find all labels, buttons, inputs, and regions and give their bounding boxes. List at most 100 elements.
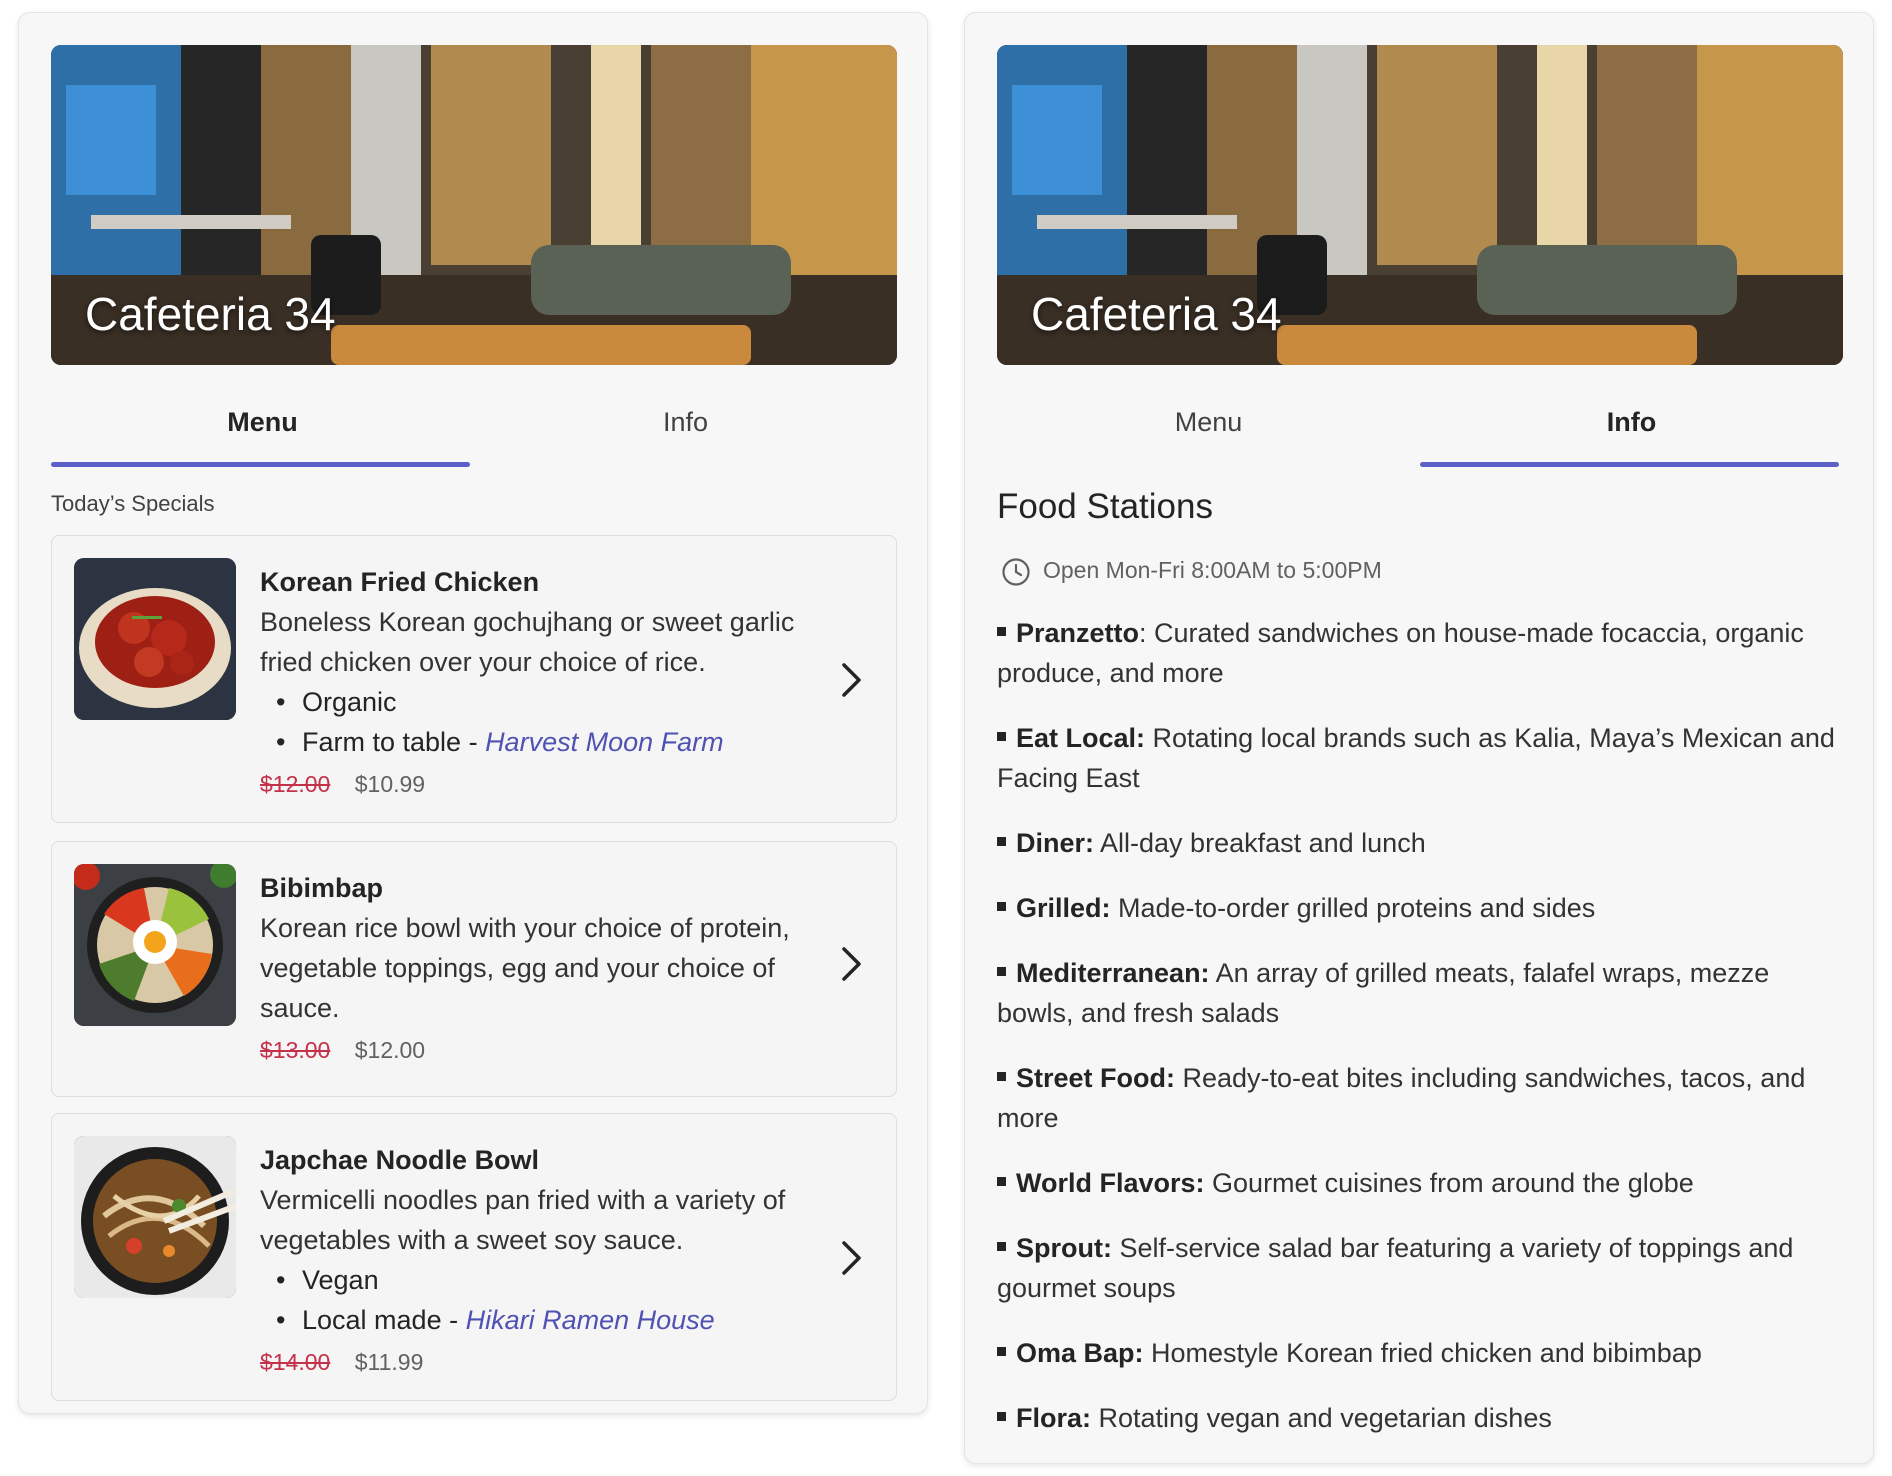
opening-hours: Open Mon-Fri 8:00AM to 5:00PM <box>1001 553 1382 587</box>
hero-title: Cafeteria 34 <box>85 288 336 340</box>
tag-text: Vegan <box>302 1265 379 1295</box>
food-image <box>74 864 236 1026</box>
active-tab-indicator <box>1420 462 1839 467</box>
station-name: Eat Local: <box>1016 723 1146 753</box>
bullet-square-icon <box>997 902 1006 912</box>
station-item: World Flavors: Gourmet cuisines from aro… <box>997 1163 1847 1203</box>
station-list: Pranzetto: Curated sandwiches on house-m… <box>997 613 1847 1463</box>
price: $11.99 <box>354 1349 424 1375</box>
station-description: Made-to-order grilled proteins and sides <box>1110 893 1596 923</box>
tag-separator: - <box>461 727 486 757</box>
station-description: Gourmet cuisines from around the globe <box>1204 1168 1694 1198</box>
bullet-square-icon <box>997 627 1006 637</box>
price: $10.99 <box>354 771 426 797</box>
station-item: Pranzetto: Curated sandwiches on house-m… <box>997 613 1847 693</box>
menu-item-bibimbap[interactable]: Bibimbap Korean rice bowl with your choi… <box>51 841 897 1097</box>
item-name: Japchae Noodle Bowl <box>260 1145 540 1175</box>
bullet-square-icon <box>997 967 1006 977</box>
old-price: $14.00 <box>260 1349 331 1375</box>
price-row: $14.00 $11.99 <box>260 1344 820 1380</box>
tab-label: Info <box>662 407 709 437</box>
station-name: World Flavors: <box>1016 1168 1205 1198</box>
station-name: Mediterranean: <box>1016 958 1210 988</box>
station-description: Self-service salad bar featuring a varie… <box>997 1233 1794 1303</box>
station-item: Oma Bap: Homestyle Korean fried chicken … <box>997 1333 1847 1373</box>
tag-text: Farm to table <box>302 727 462 757</box>
price: $12.00 <box>354 1037 426 1063</box>
tab-menu[interactable]: Menu <box>51 383 474 467</box>
clock-icon <box>1002 558 1030 586</box>
supplier-link[interactable]: Harvest Moon Farm <box>485 727 724 757</box>
station-item: Diner: All-day breakfast and lunch <box>997 823 1847 863</box>
station-name: Diner: <box>1016 828 1095 858</box>
bullet-square-icon <box>997 1177 1006 1187</box>
chevron-right-icon[interactable] <box>836 1238 866 1278</box>
tab-label: Menu <box>227 407 298 437</box>
hero-title: Cafeteria 34 <box>1031 288 1282 340</box>
station-name: Street Food: <box>1016 1063 1175 1093</box>
bullet-square-icon <box>997 1412 1006 1422</box>
list-item: • Farm to table - Harvest Moon Farm <box>276 727 724 757</box>
price-row: $12.00 $10.99 <box>260 766 820 802</box>
hero-image: Cafeteria 34 <box>51 45 897 365</box>
item-name: Bibimbap <box>260 873 384 903</box>
list-item: • Organic <box>276 687 397 717</box>
tab-info[interactable]: Info <box>474 383 897 467</box>
tag-text: Local made <box>302 1305 442 1335</box>
tab-bar: Menu Info <box>51 383 897 467</box>
station-description: All-day breakfast and lunch <box>1094 828 1426 858</box>
tab-label: Menu <box>1174 407 1243 437</box>
bullet-square-icon <box>997 1072 1006 1082</box>
item-name: Korean Fried Chicken <box>260 567 540 597</box>
tab-info[interactable]: Info <box>1420 383 1843 467</box>
bullet-square-icon <box>997 837 1006 847</box>
food-image <box>74 1136 236 1298</box>
price-row: $13.00 $12.00 <box>260 1032 820 1068</box>
station-item: Street Food: Ready-to-eat bites includin… <box>997 1058 1847 1138</box>
hero-image: Cafeteria 34 <box>997 45 1843 365</box>
old-price: $13.00 <box>260 1037 331 1063</box>
tab-label: Info <box>1606 407 1657 437</box>
station-name: Grilled: <box>1016 893 1111 923</box>
item-description: Korean rice bowl with your choice of pro… <box>260 913 790 1023</box>
section-label: Today’s Specials <box>51 491 215 516</box>
section-heading: Food Stations <box>997 487 1213 526</box>
station-name: Oma Bap: <box>1016 1338 1144 1368</box>
menu-item-korean-fried-chicken[interactable]: Korean Fried Chicken Boneless Korean goc… <box>51 535 897 823</box>
list-item: • Vegan <box>276 1265 379 1295</box>
bullet-square-icon <box>997 732 1006 742</box>
station-item: Sprout: Self-service salad bar featuring… <box>997 1228 1847 1308</box>
station-description: Rotating vegan and vegetarian dishes <box>1091 1403 1552 1433</box>
station-description: Homestyle Korean fried chicken and bibim… <box>1143 1338 1702 1368</box>
item-content: Japchae Noodle Bowl Vermicelli noodles p… <box>260 1140 820 1380</box>
item-description: Vermicelli noodles pan fried with a vari… <box>260 1185 786 1255</box>
tab-bar: Menu Info <box>997 383 1843 467</box>
item-description: Boneless Korean gochujhang or sweet garl… <box>260 607 795 677</box>
food-image <box>74 558 236 720</box>
info-card: Cafeteria 34 Menu Info Food Stations Ope… <box>964 12 1874 1464</box>
tag-separator: - <box>441 1305 466 1335</box>
bullet-square-icon <box>997 1347 1006 1357</box>
active-tab-indicator <box>51 462 470 467</box>
hours-text: Open Mon-Fri 8:00AM to 5:00PM <box>1043 557 1382 583</box>
item-content: Korean Fried Chicken Boneless Korean goc… <box>260 562 820 802</box>
bullet-square-icon <box>997 1242 1006 1252</box>
chevron-right-icon[interactable] <box>836 944 866 984</box>
list-item: • Local made - Hikari Ramen House <box>276 1305 715 1335</box>
item-tags: • Organic • Farm to table - Harvest Moon F… <box>260 682 820 762</box>
station-name: Flora: <box>1016 1403 1092 1433</box>
tab-menu[interactable]: Menu <box>997 383 1420 467</box>
old-price: $12.00 <box>260 771 331 797</box>
menu-item-japchae-noodle-bowl[interactable]: Japchae Noodle Bowl Vermicelli noodles p… <box>51 1113 897 1401</box>
station-item: Eat Local: Rotating local brands such as… <box>997 718 1847 798</box>
station-item: Flora: Rotating vegan and vegetarian dis… <box>997 1398 1847 1438</box>
station-name: Pranzetto <box>1016 618 1140 648</box>
item-tags: • Vegan • Local made - Hikari Ramen House <box>260 1260 820 1340</box>
supplier-link[interactable]: Hikari Ramen House <box>466 1305 715 1335</box>
tag-text: Organic <box>302 687 397 717</box>
station-item: Grilled: Made-to-order grilled proteins … <box>997 888 1847 928</box>
station-name: Sprout: <box>1016 1233 1112 1263</box>
station-item: Mediterranean: An array of grilled meats… <box>997 953 1847 1033</box>
item-content: Bibimbap Korean rice bowl with your choi… <box>260 868 820 1068</box>
chevron-right-icon[interactable] <box>836 660 866 700</box>
